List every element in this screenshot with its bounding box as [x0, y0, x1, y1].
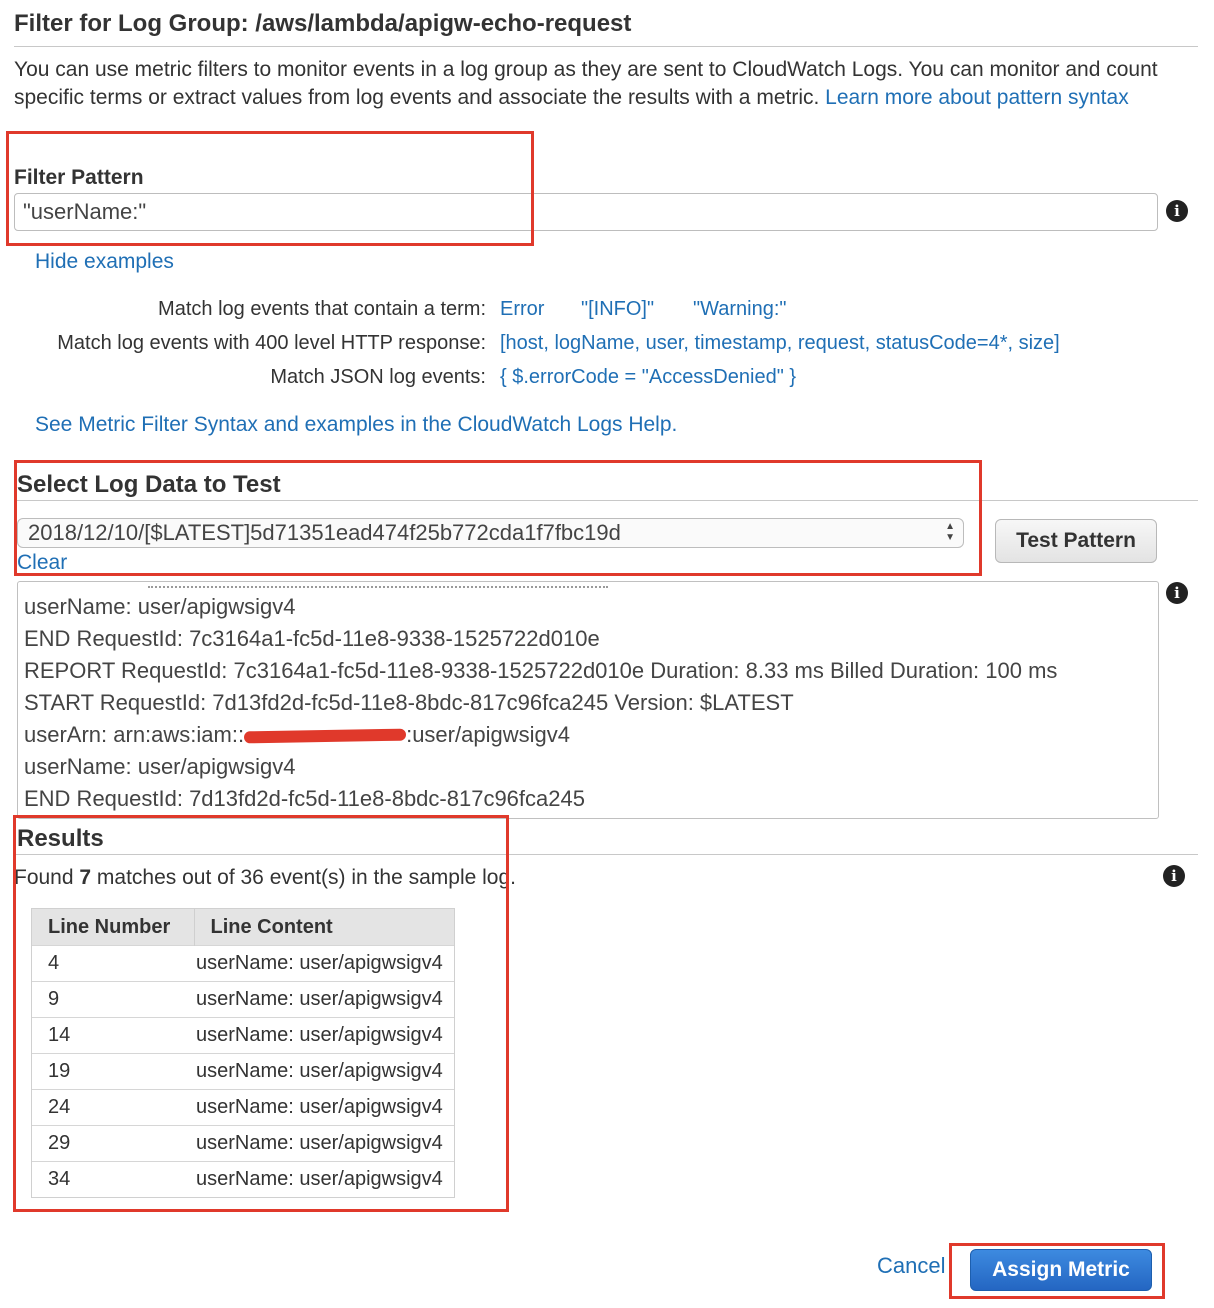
cancel-link[interactable]: Cancel — [877, 1253, 945, 1279]
highlight-assign-metric — [949, 1243, 1165, 1299]
example-label-http: Match log events with 400 level HTTP res… — [57, 332, 486, 354]
redacted-account-id — [243, 728, 407, 744]
highlight-results — [13, 815, 509, 1212]
example-error[interactable]: Error — [500, 298, 544, 321]
learn-more-link[interactable]: Learn more about pattern syntax — [825, 86, 1129, 109]
example-info[interactable]: "[INFO]" — [581, 298, 654, 321]
hide-examples-link[interactable]: Hide examples — [35, 250, 174, 274]
metric-filter-help-link[interactable]: See Metric Filter Syntax and examples in… — [35, 413, 677, 437]
info-icon[interactable]: i — [1166, 200, 1188, 222]
log-line: END RequestId: 7c3164a1-fc5d-11e8-9338-1… — [24, 626, 600, 651]
examples-labels: Match log events that contain a term: Ma… — [0, 298, 486, 398]
info-icon[interactable]: i — [1166, 582, 1188, 604]
title-divider — [14, 46, 1198, 47]
log-line: userName: user/apigwsigv4 — [24, 754, 296, 779]
highlight-log-data — [14, 460, 982, 576]
log-line: START RequestId: 7d13fd2d-fc5d-11e8-8bdc… — [24, 690, 794, 715]
log-line: REPORT RequestId: 7c3164a1-fc5d-11e8-933… — [24, 658, 1058, 683]
log-line-arn-suffix: :user/apigwsigv4 — [406, 722, 570, 747]
test-pattern-label: Test Pattern — [1016, 529, 1136, 552]
log-line: userArn: arn:aws:iam:::user/apigwsigv4 — [18, 719, 1057, 751]
info-icon[interactable]: i — [1163, 865, 1185, 887]
example-label-json: Match JSON log events: — [270, 366, 486, 388]
log-line-partial — [148, 582, 608, 588]
highlight-filter-pattern — [6, 131, 534, 246]
test-pattern-button[interactable]: Test Pattern — [995, 519, 1157, 563]
example-http[interactable]: [host, logName, user, timestamp, request… — [500, 332, 1060, 355]
log-line: userName: user/apigwsigv4 — [24, 594, 296, 619]
example-warning[interactable]: "Warning:" — [693, 298, 787, 321]
log-events-box[interactable]: userName: user/apigwsigv4 END RequestId:… — [17, 581, 1159, 819]
example-json[interactable]: { $.errorCode = "AccessDenied" } — [500, 366, 796, 389]
log-line-arn-prefix: userArn: arn:aws:iam:: — [24, 722, 245, 747]
intro-paragraph: You can use metric filters to monitor ev… — [14, 56, 1200, 130]
log-line: END RequestId: 7d13fd2d-fc5d-11e8-8bdc-8… — [24, 786, 585, 811]
page-title: Filter for Log Group: /aws/lambda/apigw-… — [14, 10, 632, 37]
example-label-term: Match log events that contain a term: — [158, 298, 486, 320]
